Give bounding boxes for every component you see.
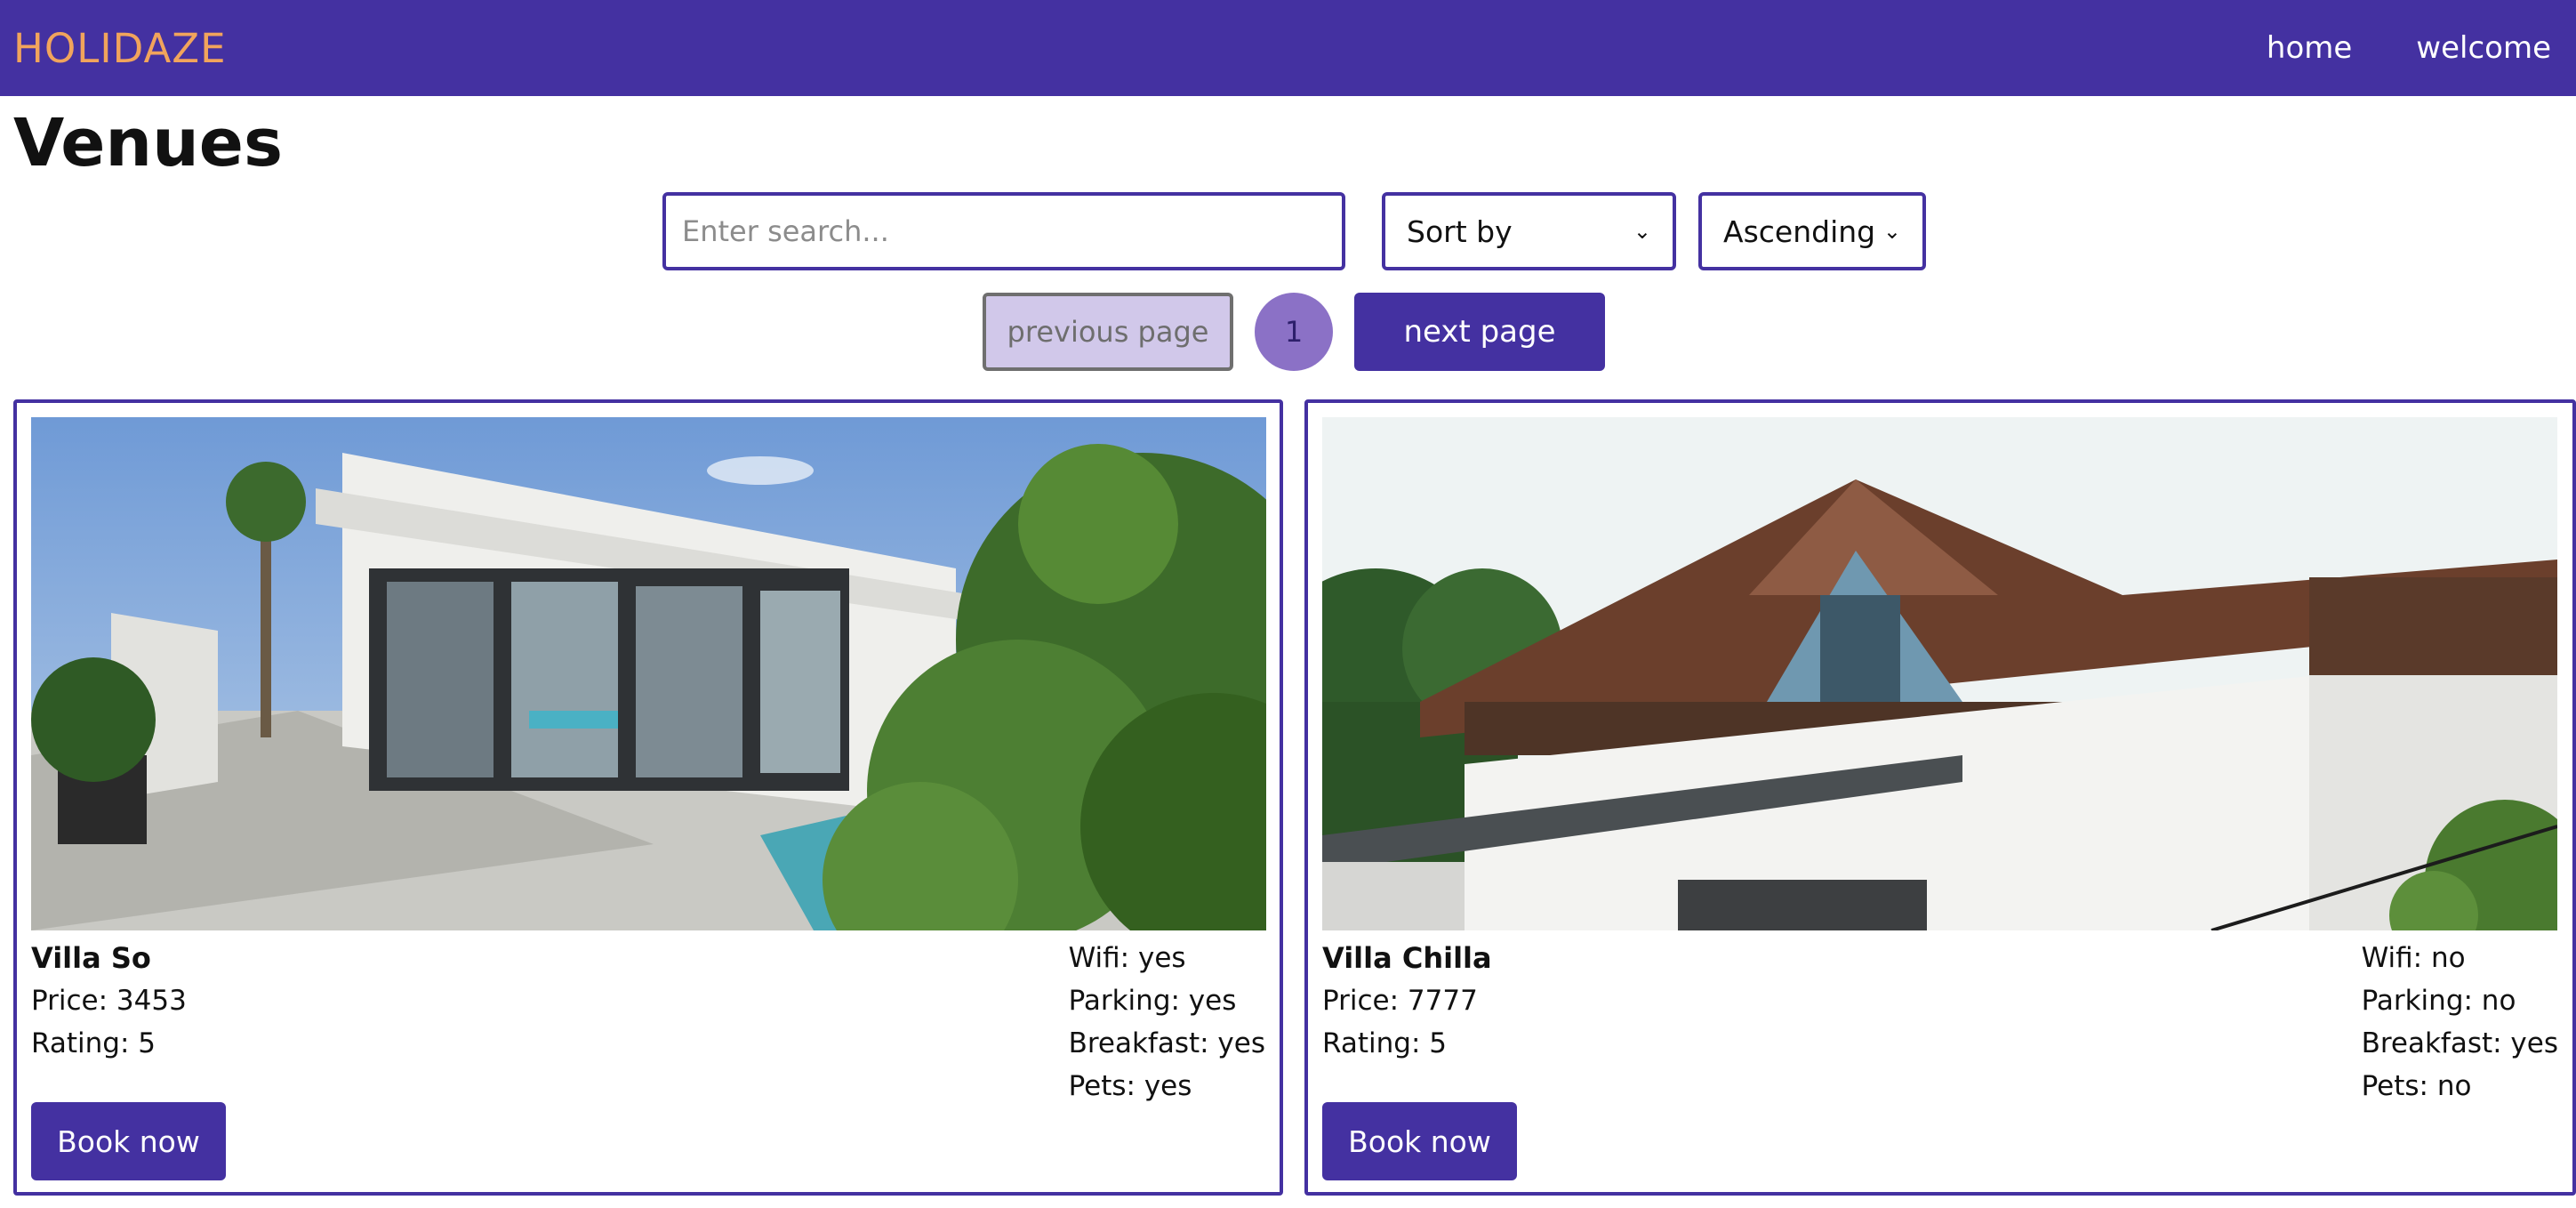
venue-image	[1322, 417, 2557, 930]
venue-image	[31, 417, 1266, 930]
venue-price: Price: 3453	[31, 985, 187, 1017]
sort-by-select[interactable]: Sort by ⌄	[1382, 192, 1676, 270]
previous-page-button[interactable]: previous page	[983, 293, 1233, 371]
venue-name[interactable]: Villa Chilla	[1322, 937, 1492, 979]
villa-photo	[31, 417, 1266, 930]
venue-details: Villa So Price: 3453 Rating: 5	[31, 937, 187, 1065]
venue-parking: Parking: no	[2361, 985, 2516, 1017]
book-now-button[interactable]: Book now	[1322, 1102, 1517, 1180]
venue-card: Villa So Price: 3453 Rating: 5 Wifi: yes…	[13, 399, 1283, 1196]
venue-pets: Pets: yes	[1068, 1070, 1192, 1102]
page-title: Venues	[13, 105, 284, 181]
pagination: previous page 1 next page	[0, 293, 2576, 373]
next-page-button[interactable]: next page	[1354, 293, 1605, 371]
sort-by-select-value: Sort by	[1407, 213, 1513, 249]
nav-link-welcome[interactable]: welcome	[2416, 30, 2551, 66]
nav-link-home[interactable]: home	[2267, 30, 2352, 66]
venue-wifi: Wifi: yes	[1068, 942, 1186, 974]
house-photo	[1322, 417, 2557, 930]
venue-card: Villa Chilla Price: 7777 Rating: 5 Wifi:…	[1304, 399, 2576, 1196]
venue-rating: Rating: 5	[1322, 1027, 1447, 1059]
venue-rating: Rating: 5	[31, 1027, 156, 1059]
sort-order-select[interactable]: Ascending ⌄	[1698, 192, 1926, 270]
venue-pets: Pets: no	[2361, 1070, 2472, 1102]
book-now-button[interactable]: Book now	[31, 1102, 226, 1180]
search-input[interactable]	[662, 192, 1345, 270]
venue-price: Price: 7777	[1322, 985, 1478, 1017]
venue-wifi: Wifi: no	[2361, 942, 2466, 974]
main-nav: home welcome	[2267, 30, 2558, 66]
venue-features: Wifi: no Parking: no Breakfast: yes Pets…	[2362, 937, 2558, 1107]
venue-parking: Parking: yes	[1068, 985, 1237, 1017]
brand-logo-link[interactable]: HOLIDAZE	[13, 25, 227, 72]
venue-features: Wifi: yes Parking: yes Breakfast: yes Pe…	[1069, 937, 1265, 1107]
filter-controls: Sort by ⌄ Ascending ⌄	[0, 192, 2576, 272]
venue-name[interactable]: Villa So	[31, 937, 187, 979]
sort-order-select-value: Ascending	[1723, 213, 1876, 249]
venue-breakfast: Breakfast: yes	[1068, 1027, 1265, 1059]
venue-breakfast: Breakfast: yes	[2361, 1027, 2558, 1059]
venue-details: Villa Chilla Price: 7777 Rating: 5	[1322, 937, 1492, 1065]
current-page-indicator[interactable]: 1	[1255, 293, 1333, 371]
top-navbar: HOLIDAZE home welcome	[0, 0, 2576, 96]
chevron-down-icon: ⌄	[1882, 219, 1901, 244]
chevron-down-icon: ⌄	[1633, 219, 1651, 244]
